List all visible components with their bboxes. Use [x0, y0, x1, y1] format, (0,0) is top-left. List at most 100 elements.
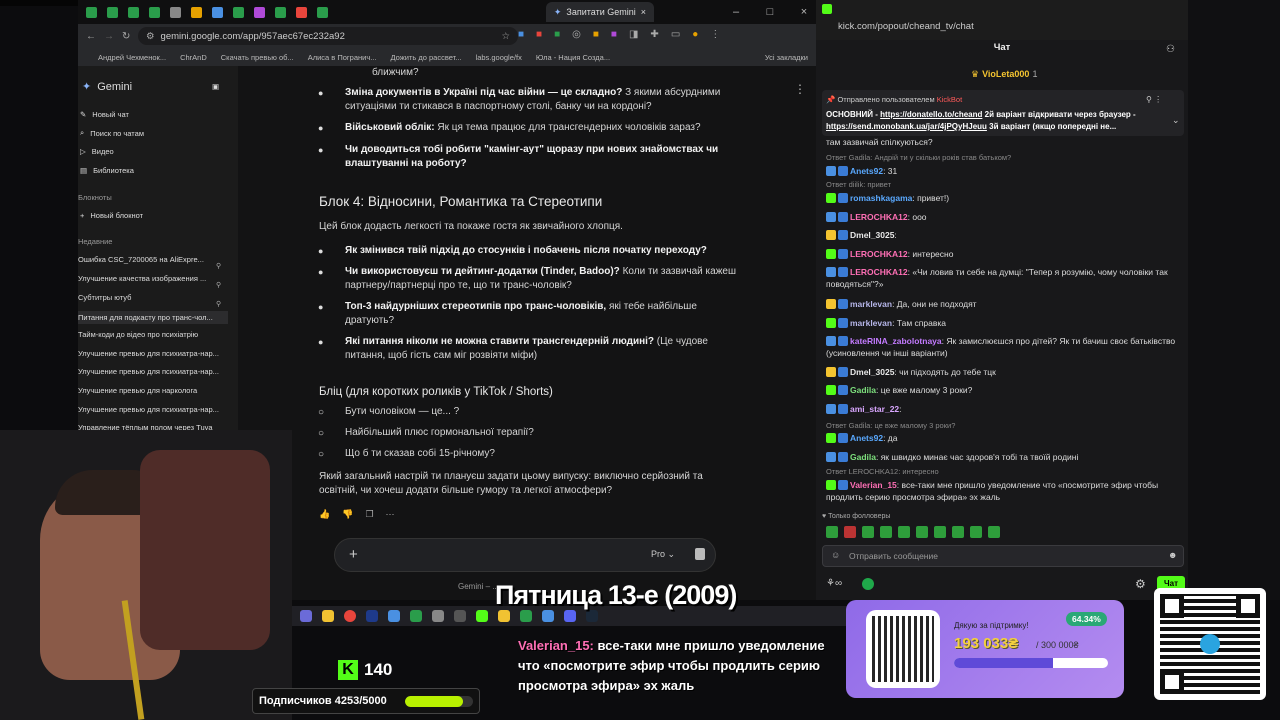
chevron-down-icon[interactable]: ⌄ [1172, 115, 1180, 126]
sidebar-item-new-chat[interactable]: ✎ Новый чат [80, 110, 129, 119]
photoshop-icon[interactable] [366, 610, 378, 622]
recent-item[interactable]: Улучшение превью для нарколога [78, 386, 197, 395]
pinned-link[interactable]: https://donatello.to/cheand [880, 110, 982, 119]
tab-icon[interactable] [86, 6, 97, 18]
sidebar-toggle-icon[interactable]: ▣ [212, 82, 219, 91]
emote-icon[interactable] [880, 526, 892, 538]
chat-input[interactable]: ☺ Отправить сообщение ☻ [822, 545, 1184, 567]
tab-icon[interactable] [128, 6, 139, 18]
reload-icon[interactable]: ↻ [122, 31, 130, 42]
puzzle-icon[interactable]: ✚ [650, 29, 658, 40]
bookmark-folder[interactable]: Усі закладки [765, 53, 808, 62]
chat-username[interactable]: Gadila [850, 452, 876, 462]
chat-username[interactable]: LEROCHKA12 [850, 267, 908, 277]
emote-icon[interactable] [862, 526, 874, 538]
bookmark-star-icon[interactable]: ☆ [501, 31, 510, 42]
chat-username[interactable]: Valerian_15 [850, 480, 897, 490]
extension-icon[interactable]: ■ [611, 29, 617, 40]
bookmark-item[interactable]: labs.google/fx [476, 53, 522, 62]
thumbs-up-icon[interactable]: 👍 [319, 509, 330, 520]
extension-icon[interactable]: ■ [554, 29, 560, 40]
kick-coin-icon[interactable] [862, 578, 874, 590]
recent-item[interactable]: Субтитры ютуб [78, 293, 131, 302]
chat-username[interactable]: romashkagama [850, 193, 912, 203]
chat-username[interactable]: LEROCHKA12 [850, 212, 908, 222]
recent-item[interactable]: Тайм-коди до відео про психіатрію [78, 330, 198, 339]
extension-icon[interactable]: ■ [518, 29, 524, 40]
app-icon[interactable] [454, 610, 466, 622]
start-icon[interactable] [300, 610, 312, 622]
extension-icon[interactable]: ◎ [572, 29, 581, 40]
tab-icon[interactable] [254, 6, 265, 18]
bookmark-item[interactable]: ChrAnD [180, 53, 207, 62]
steam-icon[interactable] [586, 610, 598, 622]
chat-username[interactable]: Anets92 [850, 166, 883, 176]
tab-icon[interactable] [191, 6, 202, 18]
chat-tools-icon[interactable]: ⚘∞ [826, 578, 842, 589]
tab-active[interactable]: ✦ Запитати Gemini × [545, 2, 654, 22]
app-icon[interactable] [410, 610, 422, 622]
tab-icon[interactable] [149, 6, 160, 18]
recent-item[interactable]: Улучшение качества изображения ... [78, 274, 206, 283]
app-icon[interactable] [542, 610, 554, 622]
settings-gear-icon[interactable]: ⚙ [1135, 577, 1146, 591]
kick-app-icon[interactable] [476, 610, 488, 622]
site-info-icon[interactable]: ⚙ [146, 31, 155, 42]
address-bar[interactable]: ⚙ gemini.google.com/app/957aec67ec232a92… [138, 27, 518, 45]
recent-item-active[interactable]: Питання для подкасту про транс-чол... [78, 311, 228, 324]
sidebar-item-search[interactable]: ⌕ Поиск по чатам [80, 128, 144, 138]
pinned-link[interactable]: https://send.monobank.ua/jar/4jPQyHJeuu [826, 122, 987, 131]
app-icon[interactable] [388, 610, 400, 622]
chat-username[interactable]: LEROCHKA12 [850, 249, 908, 259]
maximize-icon[interactable]: □ [758, 6, 782, 18]
chat-username[interactable]: marklevan [850, 299, 892, 309]
emote-picker-icon[interactable]: ☺ [831, 550, 840, 560]
tab-icon[interactable] [170, 6, 181, 18]
chat-username[interactable]: Gadila [850, 385, 876, 395]
tab-icon[interactable] [296, 6, 307, 18]
chat-username[interactable]: Anets92 [850, 433, 883, 443]
recent-item[interactable]: Улучшение превью для психиатра-нар... [78, 367, 219, 376]
tab-icon[interactable] [317, 6, 328, 18]
gemini-logo[interactable]: ✦ Gemini [82, 80, 132, 94]
minimize-icon[interactable]: – [724, 6, 748, 18]
menu-dots-icon[interactable]: ⋮ [710, 29, 720, 40]
chrome-icon[interactable] [344, 610, 356, 622]
sidebar-item-new-notebook[interactable]: + Новый блокнот [80, 211, 143, 220]
emote-icon[interactable] [826, 526, 838, 538]
emote-icon[interactable] [934, 526, 946, 538]
close-window-icon[interactable]: × [792, 6, 816, 18]
app-icon[interactable] [432, 610, 444, 622]
tab-icon[interactable] [275, 6, 286, 18]
copy-icon[interactable]: ❐ [365, 509, 373, 520]
smile-icon[interactable]: ☻ [1168, 550, 1177, 560]
sidebar-item-library[interactable]: ▤ Библиотека [80, 166, 134, 175]
emote-icon[interactable] [844, 526, 856, 538]
user-settings-icon[interactable]: ⚇ [1166, 44, 1175, 55]
chat-username[interactable]: Dmel_3025 [850, 367, 894, 377]
emote-icon[interactable] [970, 526, 982, 538]
thumbs-down-icon[interactable]: 👎 [342, 509, 353, 520]
discord-icon[interactable] [564, 610, 576, 622]
extension-icon[interactable]: ◨ [629, 29, 638, 40]
bookmark-item[interactable]: Дожить до рассвет... [390, 53, 461, 62]
bookmark-item[interactable]: Юла - Нация Созда... [536, 53, 610, 62]
tab-icon[interactable] [212, 6, 223, 18]
bookmark-item[interactable]: Скачать превью об... [221, 53, 294, 62]
emote-icon[interactable] [898, 526, 910, 538]
extension-icon[interactable]: ■ [593, 29, 599, 40]
chat-username[interactable]: Dmel_3025 [850, 230, 894, 240]
recent-item[interactable]: Улучшение превью для психиатра-нар... [78, 349, 219, 358]
prompt-input[interactable]: + Pro ⌄ [334, 538, 716, 572]
model-picker[interactable]: Pro ⌄ [651, 549, 675, 560]
sidepanel-icon[interactable]: ▭ [671, 29, 680, 40]
add-plus-icon[interactable]: + [349, 546, 358, 563]
recent-item[interactable]: Улучшение превью для психиатра-нар... [78, 405, 219, 414]
emote-icon[interactable] [952, 526, 964, 538]
more-icon[interactable]: ⋯ [386, 509, 395, 520]
bookmark-item[interactable]: Андрей Чехменок... [98, 53, 166, 62]
app-icon[interactable] [498, 610, 510, 622]
unpin-icon[interactable]: ⚲ ⋮ [1146, 95, 1162, 104]
bookmark-item[interactable]: Алиса в Погранич... [308, 53, 377, 62]
more-options-icon[interactable]: ⋮ [794, 82, 806, 96]
